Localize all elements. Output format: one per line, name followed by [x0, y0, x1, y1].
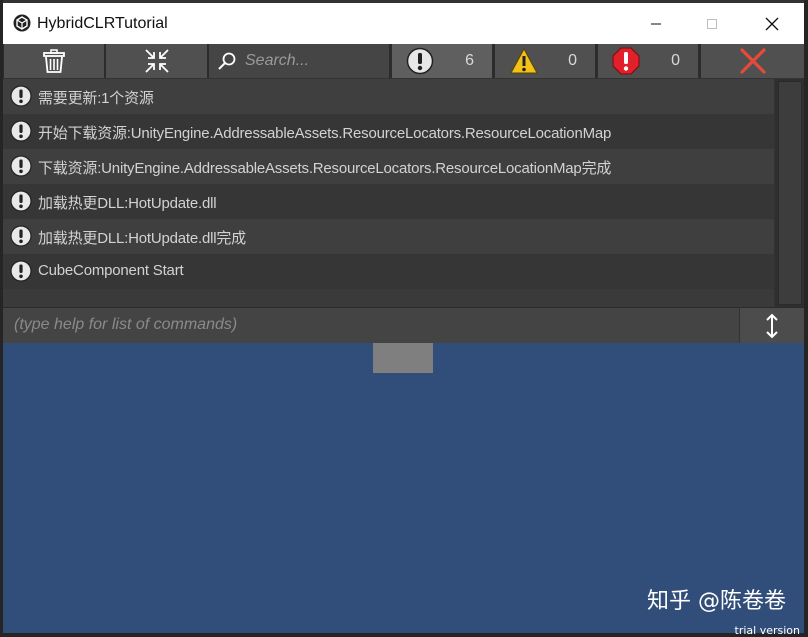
collapse-arrows-icon	[144, 49, 169, 73]
warning-count: 0	[568, 52, 577, 69]
info-icon	[10, 260, 32, 282]
error-icon	[612, 47, 640, 75]
resize-console-button[interactable]	[740, 307, 804, 343]
info-icon	[10, 190, 32, 212]
search-box[interactable]	[209, 44, 391, 78]
console-toolbar: 6 0 0	[3, 44, 804, 78]
close-window-button[interactable]	[749, 7, 795, 41]
game-view: 知乎 @陈卷卷 trial version	[3, 343, 804, 637]
log-entry-text: 加载热更DLL:HotUpdate.dll完成	[38, 230, 246, 247]
toggle-error-button[interactable]: 0	[598, 44, 700, 78]
watermark-text: 知乎 @陈卷卷	[647, 589, 786, 614]
log-entry-text: 开始下载资源:UnityEngine.AddressableAssets.Res…	[38, 125, 612, 142]
clear-log-button[interactable]	[4, 44, 106, 78]
title-bar: HybridCLRTutorial	[3, 3, 804, 44]
log-entry-text: 需要更新:1个资源	[38, 90, 154, 107]
maximize-button[interactable]	[689, 7, 735, 41]
search-input[interactable]	[243, 51, 387, 71]
trash-icon	[43, 49, 65, 73]
log-entry-text: CubeComponent Start	[38, 262, 184, 279]
close-icon	[765, 17, 779, 31]
trial-version-label: trial version	[734, 624, 800, 637]
log-entry-text: 下载资源:UnityEngine.AddressableAssets.Resou…	[38, 160, 612, 177]
toggle-info-button[interactable]: 6	[392, 44, 494, 78]
command-bar	[3, 307, 739, 343]
info-count: 6	[465, 52, 474, 69]
cube-object	[373, 343, 433, 373]
scrollbar-thumb[interactable]	[778, 81, 802, 305]
toggle-warning-button[interactable]: 0	[495, 44, 597, 78]
log-entry-text: 加载热更DLL:HotUpdate.dll	[38, 195, 217, 212]
minimize-button[interactable]	[633, 7, 679, 41]
info-icon	[10, 120, 32, 142]
red-x-icon	[739, 48, 766, 74]
log-scrollbar[interactable]	[775, 79, 804, 307]
log-entry[interactable]: 开始下载资源:UnityEngine.AddressableAssets.Res…	[3, 114, 774, 149]
vertical-resize-icon	[766, 313, 778, 338]
warning-icon	[510, 47, 538, 74]
maximize-icon	[707, 19, 717, 29]
search-icon	[218, 52, 236, 70]
minimize-icon	[651, 23, 661, 25]
console-window: HybridCLRTutorial Search... 6 0 0 需要更新:1…	[3, 0, 804, 637]
window-title: HybridCLRTutorial	[37, 15, 168, 32]
log-entry[interactable]: CubeComponent Start	[3, 254, 774, 289]
log-list[interactable]: 需要更新:1个资源 开始下载资源:UnityEngine.Addressable…	[3, 79, 774, 307]
command-input[interactable]	[12, 315, 716, 335]
info-icon	[10, 225, 32, 247]
log-entry[interactable]: 需要更新:1个资源	[3, 79, 774, 114]
collapse-button[interactable]	[106, 44, 209, 78]
unity-logo-icon	[13, 14, 31, 32]
log-entry[interactable]: 加载热更DLL:HotUpdate.dll	[3, 184, 774, 219]
log-entry[interactable]: 加载热更DLL:HotUpdate.dll完成	[3, 219, 774, 254]
info-icon	[406, 47, 434, 75]
log-entry[interactable]: 下载资源:UnityEngine.AddressableAssets.Resou…	[3, 149, 774, 184]
info-icon	[10, 85, 32, 107]
error-count: 0	[671, 52, 680, 69]
info-icon	[10, 155, 32, 177]
close-console-button[interactable]	[701, 44, 804, 78]
